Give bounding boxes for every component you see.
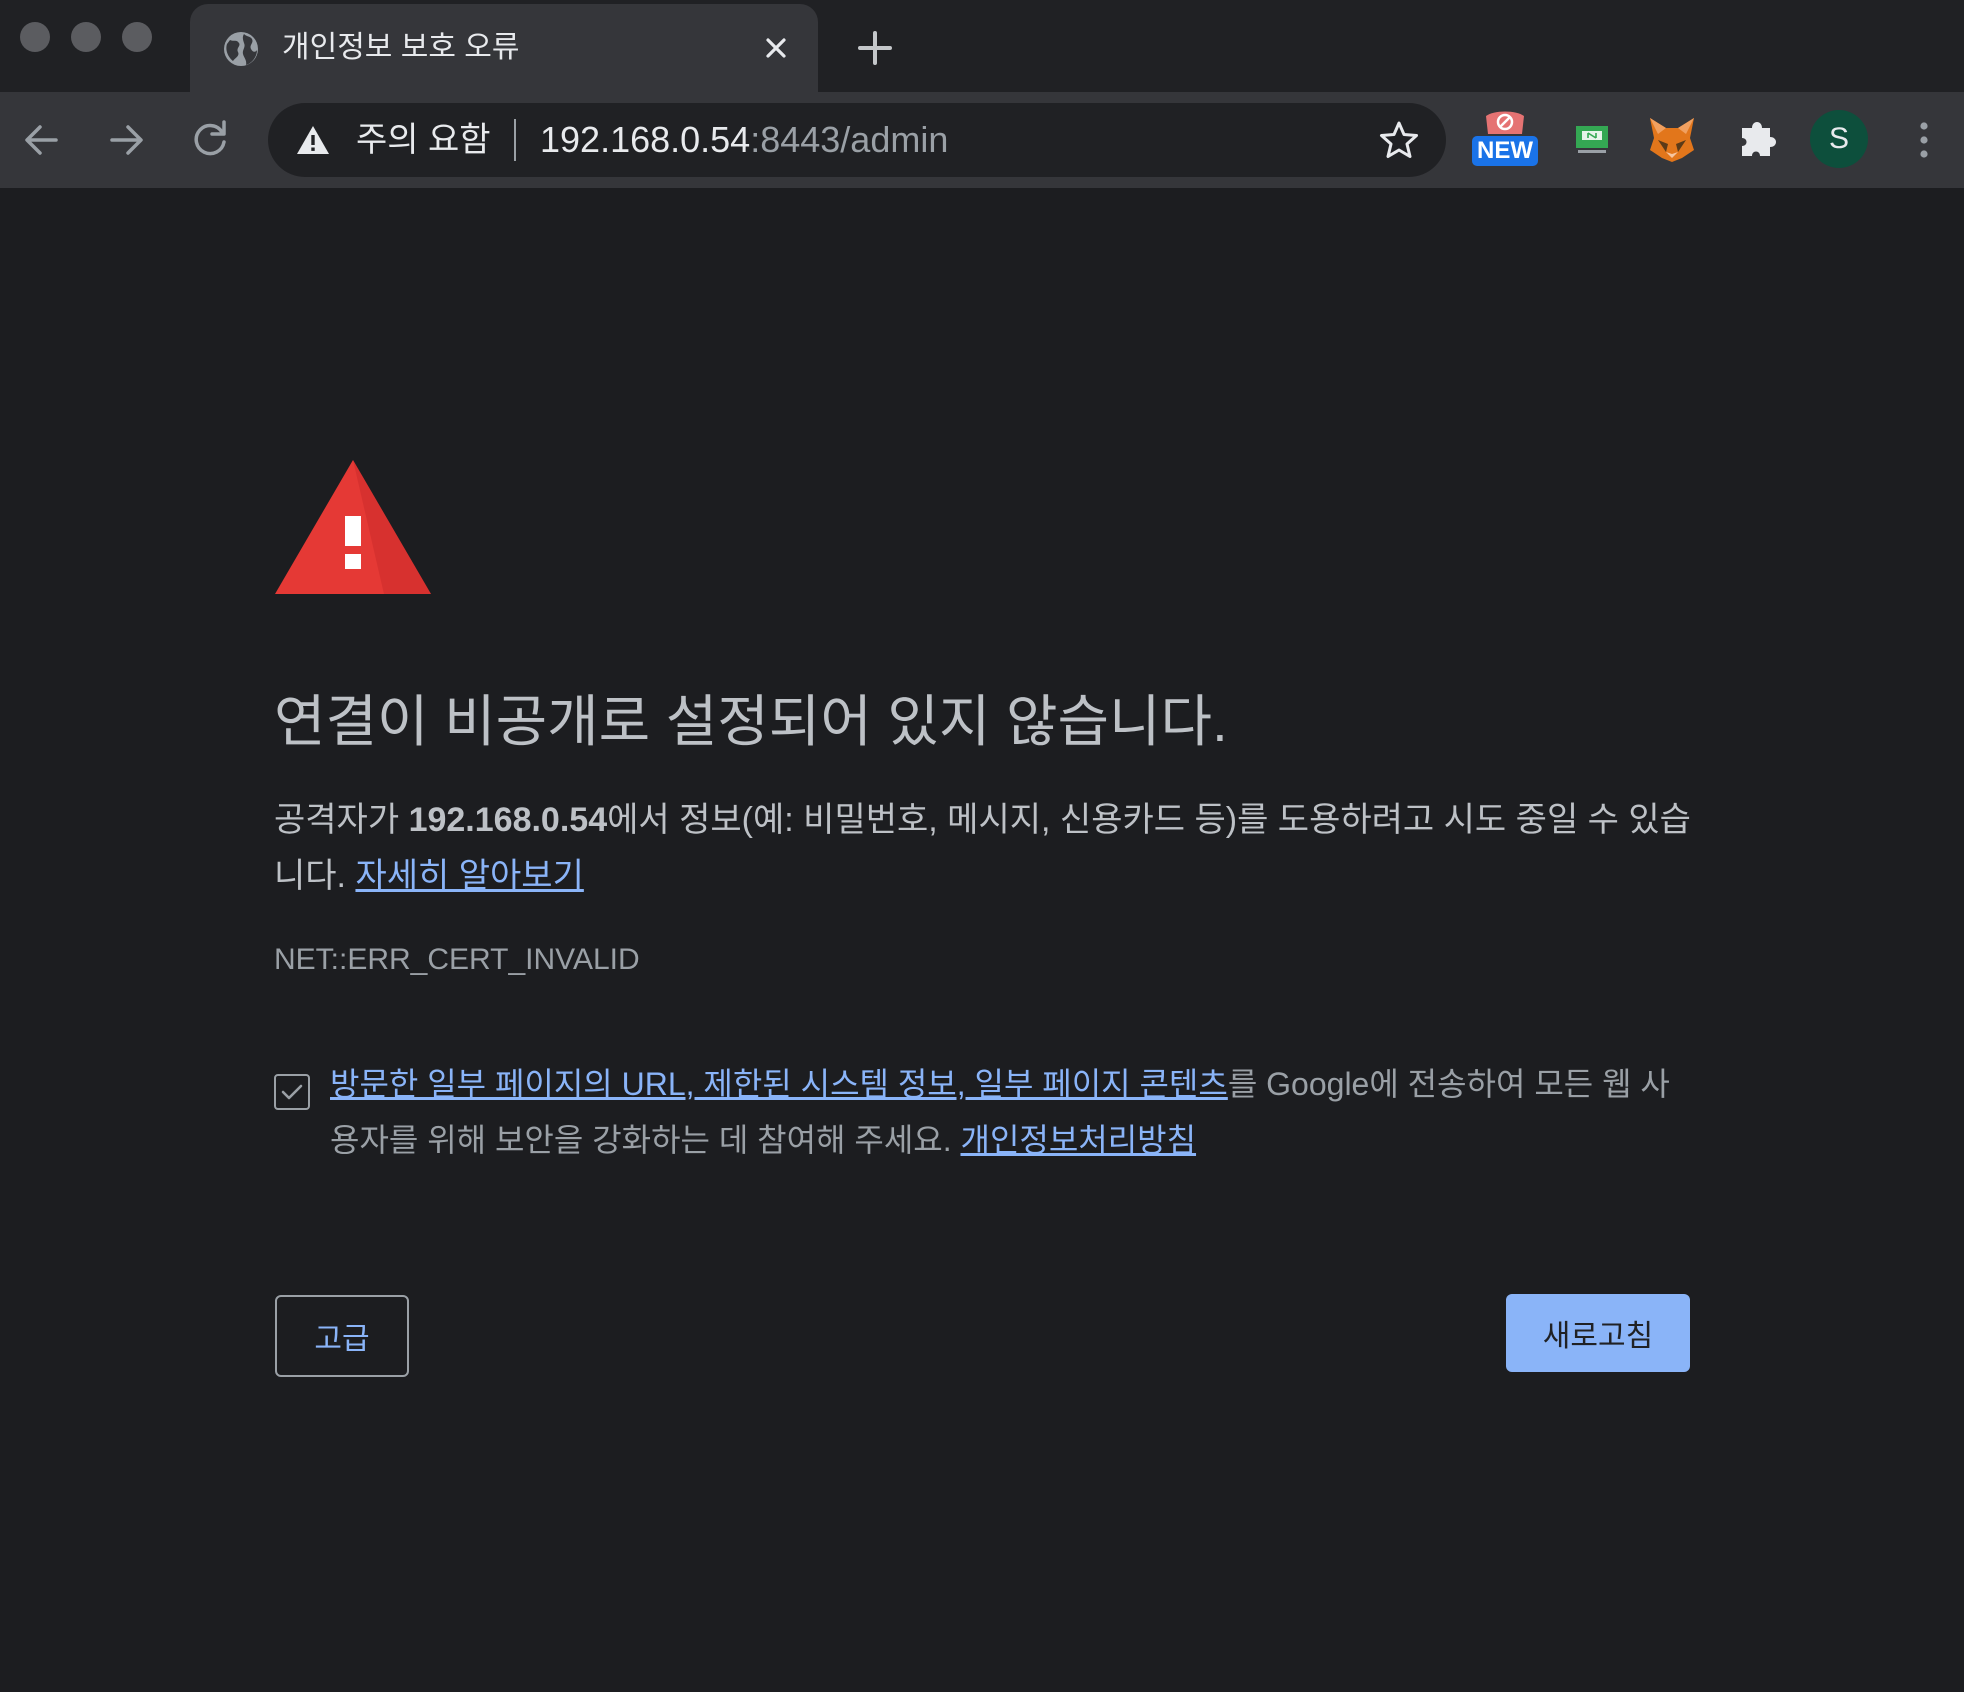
active-tab[interactable]: 개인정보 보호 오류 — [190, 4, 818, 92]
browser-toolbar: 주의 요함 192.168.0.54:8443/admin NEW S — [0, 92, 1964, 188]
privacy-policy-link[interactable]: 개인정보처리방침 — [961, 1122, 1197, 1158]
back-arrow-icon[interactable] — [16, 114, 68, 166]
address-bar[interactable]: 주의 요함 192.168.0.54:8443/admin — [268, 103, 1446, 177]
page-title: 연결이 비공개로 설정되어 있지 않습니다. — [274, 690, 1228, 753]
security-status-label[interactable]: 주의 요함 — [356, 117, 491, 163]
interstitial-page: 연결이 비공개로 설정되어 있지 않습니다. 공격자가 192.168.0.54… — [0, 188, 1964, 1692]
globe-icon — [224, 32, 258, 66]
kebab-menu-icon[interactable] — [1904, 116, 1944, 164]
url-host: 192.168.0.54 — [540, 119, 751, 160]
learn-more-link[interactable]: 자세히 알아보기 — [355, 857, 583, 895]
address-bar-divider — [514, 119, 516, 161]
puzzle-icon[interactable] — [1730, 110, 1786, 168]
alert-triangle-icon — [275, 460, 431, 594]
reload-icon[interactable] — [184, 114, 236, 166]
star-icon[interactable] — [1378, 119, 1420, 161]
explanation-prefix: 공격자가 — [274, 801, 409, 839]
checkmark-icon — [281, 1084, 303, 1100]
explanation-host: 192.168.0.54 — [408, 801, 608, 839]
warning-triangle-icon[interactable] — [296, 124, 330, 156]
url-text[interactable]: 192.168.0.54:8443/admin — [540, 117, 948, 163]
window-zoom-button[interactable] — [122, 22, 152, 52]
forward-arrow-icon[interactable] — [100, 114, 152, 166]
tab-strip: 개인정보 보호 오류 — [0, 0, 1964, 92]
window-close-button[interactable] — [20, 22, 50, 52]
reload-button[interactable]: 새로고침 — [1506, 1294, 1690, 1372]
optin-data-link[interactable]: 방문한 일부 페이지의 URL, 제한된 시스템 정보, 일부 페이지 콘텐츠 — [330, 1066, 1228, 1102]
optin-checkbox[interactable] — [274, 1074, 310, 1110]
metamask-fox-icon[interactable] — [1644, 110, 1700, 168]
tab-title: 개인정보 보호 오류 — [282, 31, 520, 64]
window-minimize-button[interactable] — [71, 22, 101, 52]
url-port-path: :8443/admin — [750, 119, 949, 160]
advanced-button[interactable]: 고급 — [275, 1295, 409, 1377]
optin-text: 방문한 일부 페이지의 URL, 제한된 시스템 정보, 일부 페이지 콘텐츠를… — [330, 1056, 1696, 1168]
avatar[interactable]: S — [1810, 110, 1868, 168]
error-code: NET::ERR_CERT_INVALID — [274, 943, 640, 976]
extension-new-button[interactable]: NEW — [1470, 106, 1540, 172]
extension-green-icon[interactable] — [1564, 110, 1620, 168]
error-explanation: 공격자가 192.168.0.54에서 정보(예: 비밀번호, 메시지, 신용카… — [274, 792, 1694, 904]
close-icon[interactable] — [758, 30, 794, 66]
new-badge: NEW — [1477, 137, 1533, 164]
plus-icon[interactable] — [855, 28, 895, 68]
